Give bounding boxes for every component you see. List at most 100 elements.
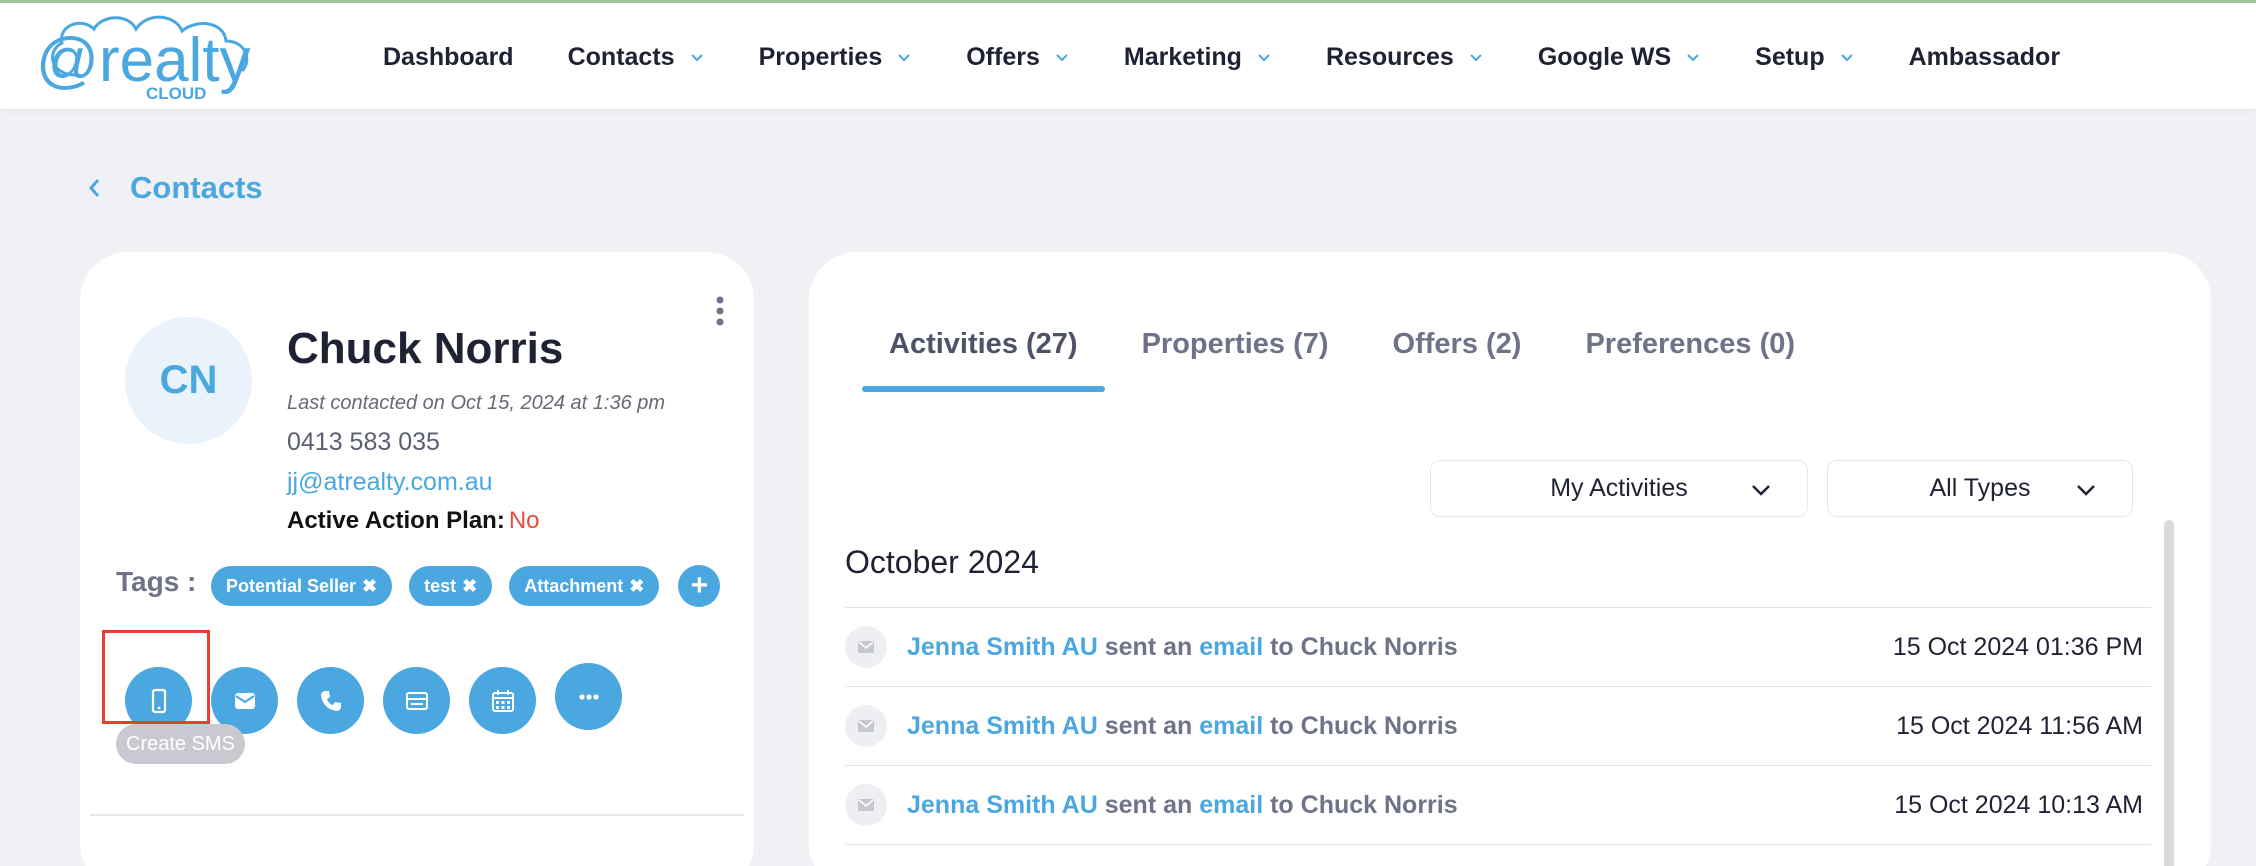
activity-target: to Chuck Norris (1270, 711, 1458, 740)
activity-row[interactable]: Jenna Smith AU sent an email to Chuck No… (845, 766, 2151, 844)
tab-activities[interactable]: Activities (27) (889, 328, 1078, 361)
activity-description: Jenna Smith AU sent an email to Chuck No… (907, 791, 1458, 820)
breadcrumb-label: Contacts (130, 170, 263, 205)
activity-object-link[interactable]: email (1199, 633, 1263, 661)
nav-item-label: Setup (1755, 43, 1825, 71)
nav-item-label: Ambassador (1908, 43, 2061, 71)
breadcrumb-back-contacts[interactable]: Contacts (86, 170, 263, 206)
activity-date: 15 Oct 2024 10:13 AM (1894, 790, 2143, 819)
nav-item-ambassador[interactable]: Ambassador (1909, 43, 2060, 72)
tag-label: test (424, 575, 457, 596)
phone-icon (320, 690, 341, 711)
chevron-down-icon (1752, 485, 1770, 496)
main-nav: Dashboard Contacts Properties Offers Marketi… (383, 3, 2114, 112)
activity-date: 15 Oct 2024 11:56 AM (1896, 711, 2143, 740)
activity-object-link[interactable]: email (1199, 791, 1263, 819)
envelope-icon (858, 641, 874, 653)
tag-list: Potential Seller ✖ test ✖ Attachment ✖ + (211, 565, 721, 607)
tab-preferences[interactable]: Preferences (0) (1585, 328, 1795, 361)
selection-highlight-box (102, 630, 210, 724)
envelope-icon (858, 720, 874, 732)
envelope-icon (234, 692, 255, 709)
add-tag-button[interactable]: + (678, 565, 721, 607)
chevron-down-icon (1258, 53, 1270, 61)
tag-chip[interactable]: test ✖ (409, 566, 493, 606)
avatar: CN (125, 317, 252, 444)
tags-label: Tags : (116, 566, 197, 597)
nav-item-label: Properties (758, 43, 883, 71)
nav-item-label: Offers (966, 43, 1040, 71)
tab-offers[interactable]: Offers (2) (1393, 328, 1522, 361)
active-tab-indicator (862, 386, 1105, 392)
activity-description: Jenna Smith AU sent an email to Chuck No… (907, 712, 1458, 741)
last-contacted: Last contacted on Oct 15, 2024 at 1:36 p… (287, 392, 666, 414)
call-button[interactable] (297, 667, 364, 734)
activity-row[interactable]: Jenna Smith AU sent an email to Chuck No… (845, 608, 2151, 686)
activity-description: Jenna Smith AU sent an email to Chuck No… (907, 633, 1458, 662)
activity-verb: sent an (1104, 632, 1193, 661)
remove-tag-icon[interactable]: ✖ (629, 576, 644, 597)
tab-bar: Activities (27) Properties (7) Offers (2) P… (889, 328, 1859, 361)
tag-label: Potential Seller (226, 575, 357, 596)
remove-tag-icon[interactable]: ✖ (362, 576, 377, 597)
schedule-event-button[interactable] (469, 667, 536, 734)
activity-actor-link[interactable]: Jenna Smith AU (907, 633, 1098, 661)
activity-verb: sent an (1104, 790, 1193, 819)
activity-scrollbar[interactable] (2164, 520, 2174, 866)
contact-phone[interactable]: 0413 583 035 (287, 428, 440, 457)
nav-item-dashboard[interactable]: Dashboard (383, 43, 514, 72)
activity-actor-link[interactable]: Jenna Smith AU (907, 712, 1098, 740)
more-options-icon[interactable] (710, 294, 730, 328)
owner-filter-value: My Activities (1550, 474, 1688, 502)
nav-item-label: Google WS (1537, 43, 1672, 71)
ellipsis-icon (578, 693, 599, 700)
action-plan-value: No (508, 507, 540, 534)
tag-chip[interactable]: Potential Seller ✖ (211, 566, 393, 606)
chevron-down-icon (1056, 53, 1068, 61)
type-filter-select[interactable]: All Types (1827, 460, 2133, 517)
top-navbar: @realty CLOUD Dashboard Contacts Propertie… (0, 0, 2256, 109)
nav-item-label: Marketing (1123, 43, 1242, 71)
tag-label: Attachment (524, 575, 624, 596)
activity-row[interactable]: Jenna Smith AU sent an email to Chuck No… (845, 687, 2151, 765)
activity-target: to Chuck Norris (1270, 790, 1458, 819)
add-note-button[interactable] (383, 667, 450, 734)
nav-item-label: Contacts (567, 43, 675, 71)
activity-target: to Chuck Norris (1270, 632, 1458, 661)
contact-email[interactable]: jj@atrealty.com.au (287, 468, 493, 497)
activity-type-icon (845, 705, 887, 747)
activity-actor-link[interactable]: Jenna Smith AU (907, 791, 1098, 819)
nav-item-label: Resources (1325, 43, 1454, 71)
activity-object-link[interactable]: email (1199, 712, 1263, 740)
action-plan-label: Active Action Plan: (287, 507, 505, 534)
tag-chip[interactable]: Attachment ✖ (509, 566, 660, 606)
nav-item-contacts[interactable]: Contacts (568, 43, 705, 72)
nav-item-label: Dashboard (383, 43, 514, 71)
logo-subtext: CLOUD (146, 84, 206, 103)
realty-cloud-logo[interactable]: @realty CLOUD (36, 11, 262, 103)
nav-item-offers[interactable]: Offers (966, 43, 1070, 72)
activity-type-icon (845, 626, 887, 668)
envelope-icon (858, 799, 874, 811)
nav-item-marketing[interactable]: Marketing (1124, 43, 1272, 72)
logo-text: @realty (36, 26, 251, 95)
chevron-down-icon (1470, 53, 1482, 61)
chevron-left-icon (89, 179, 100, 197)
owner-filter-select[interactable]: My Activities (1430, 460, 1808, 517)
chevron-down-icon (2077, 485, 2095, 496)
nav-item-google-ws[interactable]: Google WS (1538, 43, 1701, 72)
row-divider (845, 844, 2151, 845)
nav-item-setup[interactable]: Setup (1755, 43, 1854, 72)
month-heading: October 2024 (845, 544, 1039, 580)
activity-panel: Activities (27) Properties (7) Offers (2) P… (809, 252, 2211, 866)
more-actions-button[interactable] (555, 663, 622, 730)
tab-properties[interactable]: Properties (7) (1142, 328, 1329, 361)
nav-item-resources[interactable]: Resources (1326, 43, 1484, 72)
chevron-down-icon (690, 53, 703, 61)
contact-name: Chuck Norris (287, 324, 564, 373)
nav-item-properties[interactable]: Properties (759, 43, 913, 72)
remove-tag-icon[interactable]: ✖ (462, 576, 477, 597)
type-filter-value: All Types (1929, 474, 2031, 502)
activity-type-icon (845, 784, 887, 826)
action-plan-status: Active Action Plan: No (287, 507, 540, 535)
